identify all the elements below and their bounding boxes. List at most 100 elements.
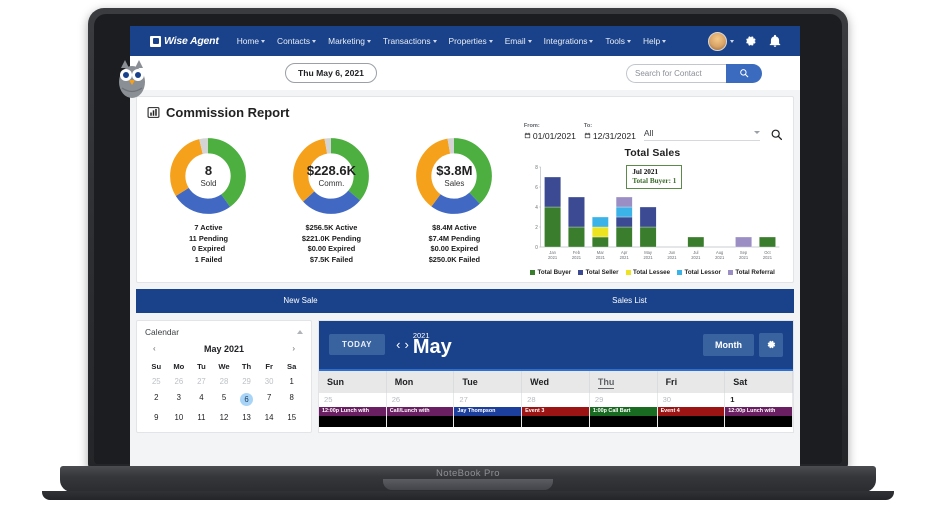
nav-item-marketing[interactable]: Marketing: [322, 36, 377, 46]
gear-icon[interactable]: [744, 34, 758, 48]
calendar-event[interactable]: 12:00p Lunch with: [319, 407, 386, 416]
contact-search: Search for Contact: [626, 64, 762, 83]
mini-next-month-button[interactable]: ›: [292, 344, 295, 353]
mini-dow: Fr: [258, 359, 281, 374]
calendar-cell[interactable]: 26 Call/Lunch with: [387, 393, 455, 427]
mini-day[interactable]: 13: [235, 410, 258, 426]
nav-item-contacts[interactable]: Contacts: [271, 36, 322, 46]
legend-label: Total Lessor: [685, 269, 721, 276]
mini-day[interactable]: 7: [258, 390, 281, 410]
mini-day[interactable]: 15: [280, 410, 303, 426]
user-menu[interactable]: [708, 32, 734, 51]
mini-month-label: May 2021: [204, 344, 244, 354]
calendar-cell[interactable]: 28 Event 3: [522, 393, 590, 427]
calendar-cell[interactable]: 1 12:00p Lunch with: [725, 393, 793, 427]
from-date: 01/01/2021: [533, 131, 576, 141]
from-value-row[interactable]: 01/01/2021: [524, 131, 576, 141]
calendar-dow-sat: Sat: [725, 371, 793, 393]
wise-agent-logo[interactable]: Wise Agent: [150, 35, 219, 47]
mini-day[interactable]: 2: [145, 390, 168, 410]
mini-dow: Th: [235, 359, 258, 374]
calendar-cell[interactable]: 27 Jay Thompson: [454, 393, 522, 427]
calendar-cell[interactable]: 25 12:00p Lunch with: [319, 393, 387, 427]
mini-day[interactable]: 28: [213, 374, 236, 390]
mini-day[interactable]: 8: [280, 390, 303, 410]
bell-icon[interactable]: [768, 34, 782, 48]
calendar-event-label: Jay Thompson: [457, 408, 495, 414]
calendar-event[interactable]: Jay Thompson: [454, 407, 521, 416]
calendar-settings-button[interactable]: [759, 333, 783, 357]
view-month-button[interactable]: Month: [703, 334, 754, 356]
mini-prev-month-button[interactable]: ‹: [153, 344, 156, 353]
nav-item-integrations[interactable]: Integrations: [538, 36, 600, 46]
calendar-event[interactable]: Call/Lunch with: [387, 407, 454, 416]
mini-day[interactable]: 5: [213, 390, 236, 410]
mini-day[interactable]: 25: [145, 374, 168, 390]
donut-summary-section: 8 Sold 7 Active 11 Pending 0 Expired 1 F…: [147, 122, 516, 276]
to-date: 12/31/2021: [593, 131, 636, 141]
to-value-row[interactable]: 12/31/2021: [584, 131, 636, 141]
sales-list-button[interactable]: Sales List: [465, 296, 794, 305]
new-sale-button[interactable]: New Sale: [136, 296, 465, 305]
calendar-date-number: 28: [527, 395, 589, 404]
search-input[interactable]: Search for Contact: [626, 64, 726, 83]
current-date-pill[interactable]: Thu May 6, 2021: [285, 63, 377, 83]
calendar-event[interactable]: 1:00p Call Bart: [590, 407, 657, 416]
mini-day[interactable]: 1: [280, 374, 303, 390]
nav-item-tools[interactable]: Tools: [599, 36, 637, 46]
today-button[interactable]: TODAY: [329, 334, 385, 355]
svg-text:8: 8: [535, 164, 538, 170]
mini-day[interactable]: 30: [258, 374, 281, 390]
sub-toolbar: Thu May 6, 2021 Search for Contact: [130, 56, 800, 90]
chevron-up-icon[interactable]: [297, 330, 303, 334]
chevron-down-icon: [627, 40, 631, 43]
nav-item-transactions[interactable]: Transactions: [377, 36, 443, 46]
svg-text:4: 4: [535, 204, 538, 210]
donut-label: Comm.: [319, 179, 345, 188]
nav-item-properties[interactable]: Properties: [443, 36, 499, 46]
calendar-icon: [584, 132, 591, 139]
next-month-button[interactable]: ›: [404, 337, 408, 352]
chevron-down-icon: [528, 40, 532, 43]
mini-day[interactable]: 14: [258, 410, 281, 426]
calendar-dow-thu-current: Thu: [590, 371, 658, 393]
mini-day[interactable]: 26: [168, 374, 191, 390]
chevron-down-icon: [261, 40, 265, 43]
nav-item-email[interactable]: Email: [499, 36, 538, 46]
laptop-base: NoteBook Pro: [60, 466, 876, 492]
prev-month-button[interactable]: ‹: [396, 337, 400, 352]
mini-dow: Mo: [168, 359, 191, 374]
calendar-date-number: 29: [595, 395, 657, 404]
calendar-day-headers: Sun Mon Tue Wed Thu Fri Sat: [319, 369, 793, 393]
calendar-event[interactable]: 12:00p Lunch with: [725, 407, 792, 416]
nav-item-help[interactable]: Help: [637, 36, 672, 46]
from-label: From:: [524, 124, 576, 130]
mini-day[interactable]: 11: [190, 410, 213, 426]
calendar-event[interactable]: Event 4: [658, 407, 725, 416]
nav-item-home[interactable]: Home: [231, 36, 271, 46]
mini-day[interactable]: 4: [190, 390, 213, 410]
legend-label: Total Seller: [586, 269, 619, 276]
search-icon[interactable]: [770, 128, 783, 141]
avatar-icon: [708, 32, 727, 51]
legend-label: Total Lessee: [633, 269, 670, 276]
mini-day-selected[interactable]: 6: [235, 390, 258, 410]
search-button[interactable]: [726, 64, 762, 83]
calendar-event[interactable]: Event 3: [522, 407, 589, 416]
calendar-event-label: Call/Lunch with: [390, 408, 430, 414]
svg-text:2021: 2021: [691, 254, 701, 259]
calendar-cell[interactable]: 30 Event 4: [658, 393, 726, 427]
calendar-cell[interactable]: 29 1:00p Call Bart: [590, 393, 658, 427]
donut-center: $228.6K Comm.: [291, 136, 371, 216]
calendar-toolbar: TODAY ‹ › 2021 May Month: [319, 321, 793, 369]
mini-day[interactable]: 3: [168, 390, 191, 410]
type-select[interactable]: All: [644, 128, 760, 141]
mini-day[interactable]: 27: [190, 374, 213, 390]
mini-day[interactable]: 12: [213, 410, 236, 426]
mini-day[interactable]: 10: [168, 410, 191, 426]
mini-day[interactable]: 29: [235, 374, 258, 390]
legend-item-total-lessee: Total Lessee: [626, 269, 671, 276]
mini-day[interactable]: 9: [145, 410, 168, 426]
donut-value: $228.6K: [307, 164, 356, 178]
donut-sold: 8 Sold 7 Active 11 Pending 0 Expired 1 F…: [148, 136, 270, 266]
